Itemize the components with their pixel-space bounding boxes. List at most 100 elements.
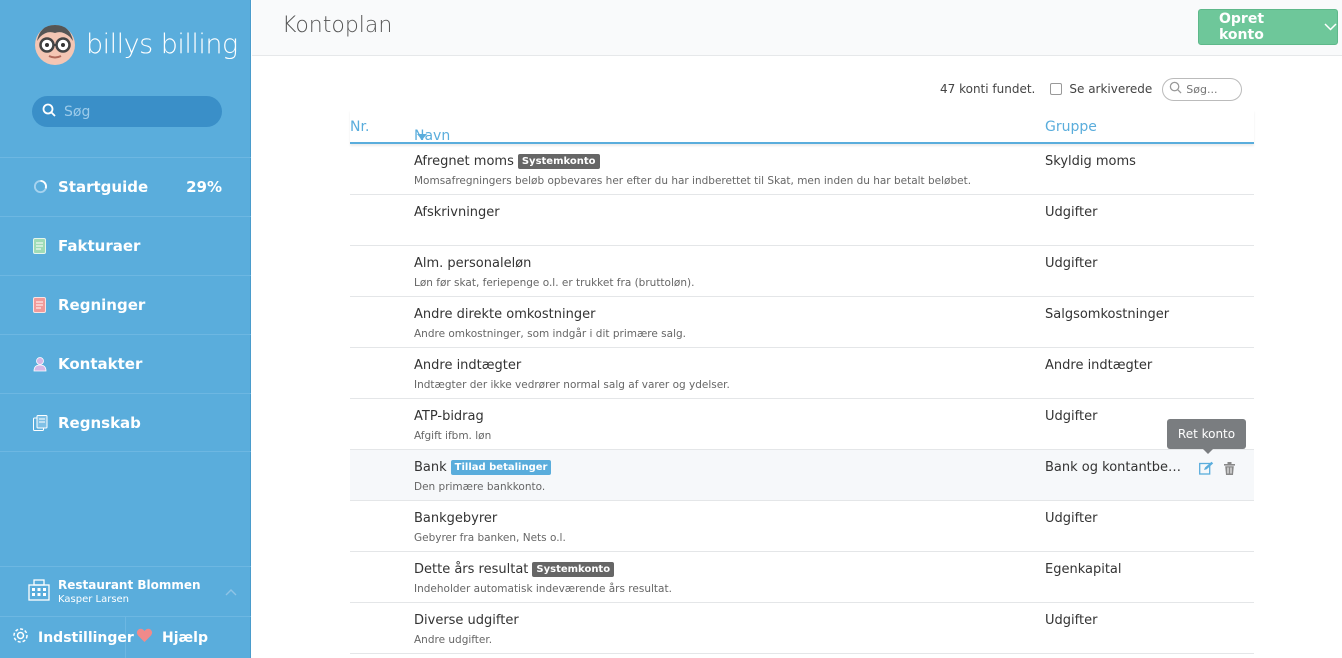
- account-name-text: Alm. personaleløn: [414, 256, 532, 271]
- organization-switcher[interactable]: Restaurant Blommen Kasper Larsen: [0, 566, 251, 616]
- account-group: Udgifter: [1045, 511, 1098, 526]
- table-row[interactable]: Alm. personaleløn Løn før skat, feriepeng…: [350, 246, 1254, 297]
- sidebar-search-input[interactable]: [64, 103, 214, 120]
- account-description: Andre udgifter.: [414, 634, 493, 646]
- account-name-text: Dette års resultat: [414, 562, 529, 577]
- search-icon: [42, 102, 56, 121]
- sidebar-item-kontakter[interactable]: Kontakter: [0, 334, 251, 393]
- sidebar-item-label: Startguide: [58, 178, 149, 196]
- logo[interactable]: billys billing: [32, 20, 238, 68]
- page-header: Kontoplan Opret konto: [252, 0, 1342, 56]
- sidebar: billys billing Startguide 29% Fakturaer …: [0, 0, 251, 658]
- table-row[interactable]: Bankgebyrer Gebyrer fra banken, Nets o.l.…: [350, 501, 1254, 552]
- account-name-text: Andre direkte omkostninger: [414, 307, 596, 322]
- column-header-group[interactable]: Gruppe: [1045, 119, 1097, 135]
- chevron-up-icon: [225, 585, 237, 599]
- account-description: Gebyrer fra banken, Nets o.l.: [414, 532, 566, 544]
- table-row[interactable]: Dette års resultat Systemkonto Indeholder …: [350, 552, 1254, 603]
- account-group: Udgifter: [1045, 256, 1098, 271]
- sidebar-search[interactable]: [32, 96, 222, 127]
- progress-circle-icon: [33, 179, 48, 195]
- heart-icon: [136, 628, 153, 647]
- table-header: Nr. Navn Gruppe: [350, 110, 1254, 144]
- bill-icon: [33, 297, 47, 313]
- account-name[interactable]: Dette års resultat Systemkonto: [414, 562, 615, 577]
- create-account-button[interactable]: Opret konto: [1198, 9, 1338, 45]
- table-row[interactable]: Afskrivninger Udgifter: [350, 195, 1254, 246]
- account-name-text: Afskrivninger: [414, 205, 500, 220]
- account-name[interactable]: Andre indtægter: [414, 358, 521, 373]
- table-body: Afregnet moms Systemkonto Momsafregningers…: [350, 144, 1254, 654]
- account-description: Afgift ifbm. løn: [414, 430, 492, 442]
- settings-button[interactable]: Indstillinger: [0, 617, 134, 658]
- account-name[interactable]: Diverse udgifter: [414, 613, 519, 628]
- help-label: Hjælp: [162, 629, 209, 646]
- brand-name: billys billing: [86, 28, 238, 60]
- account-group: Bank og kontantbeholdning: [1045, 460, 1185, 475]
- sidebar-item-label: Fakturaer: [58, 237, 141, 255]
- sidebar-item-label: Regninger: [58, 296, 146, 314]
- accounts-table: Nr. Navn Gruppe Afregnet moms Systemkonto…: [350, 110, 1254, 654]
- invoice-icon: [33, 238, 47, 254]
- account-name[interactable]: Afregnet moms Systemkonto: [414, 154, 600, 169]
- table-row[interactable]: Bank Tillad betalinger Den primære bankkon…: [350, 450, 1254, 501]
- sidebar-item-startguide[interactable]: Startguide 29%: [0, 157, 251, 216]
- sidebar-item-regninger[interactable]: Regninger: [0, 275, 251, 334]
- sidebar-item-fakturaer[interactable]: Fakturaer: [0, 216, 251, 275]
- account-name[interactable]: Bankgebyrer: [414, 511, 497, 526]
- page-title: Kontoplan: [282, 13, 393, 38]
- account-name[interactable]: ATP-bidrag: [414, 409, 484, 424]
- account-name[interactable]: Bank Tillad betalinger: [414, 460, 552, 475]
- account-name-text: Andre indtægter: [414, 358, 522, 373]
- account-name[interactable]: Alm. personaleløn: [414, 256, 531, 271]
- sidebar-bottom-bar: Indstillinger Hjælp: [0, 616, 251, 658]
- accounting-icon: [33, 414, 48, 431]
- edit-account-tooltip: Ret konto: [1167, 419, 1246, 454]
- table-row[interactable]: Afregnet moms Systemkonto Momsafregningers…: [350, 144, 1254, 195]
- archived-checkbox[interactable]: [1050, 83, 1063, 95]
- account-description: Indeholder automatisk indeværende års re…: [414, 583, 672, 595]
- account-badge: Tillad betalinger: [450, 460, 552, 475]
- account-name[interactable]: Andre direkte omkostninger: [414, 307, 595, 322]
- create-account-label: Opret konto: [1219, 11, 1265, 43]
- account-description: Den primære bankkonto.: [414, 481, 546, 493]
- list-toolbar: 47 konti fundet. Se arkiverede: [940, 77, 1243, 101]
- account-name[interactable]: Afskrivninger: [414, 205, 500, 220]
- list-search[interactable]: [1162, 77, 1243, 101]
- account-group: Andre indtægter: [1045, 358, 1153, 373]
- account-description: Momsafregningers beløb opbevares her eft…: [414, 175, 972, 187]
- account-group: Udgifter: [1045, 409, 1098, 424]
- column-header-nr[interactable]: Nr.: [350, 119, 369, 135]
- account-name-text: ATP-bidrag: [414, 409, 484, 424]
- startguide-progress: 29%: [186, 178, 222, 196]
- account-name-text: Afregnet moms: [414, 154, 514, 169]
- organization-user: Kasper Larsen: [58, 594, 130, 605]
- account-description: Andre omkostninger, som indgår i dit pri…: [414, 328, 686, 340]
- settings-label: Indstillinger: [38, 629, 134, 646]
- table-row[interactable]: Andre direkte omkostninger Andre omkostni…: [350, 297, 1254, 348]
- sort-down-icon: [417, 128, 427, 144]
- edit-icon[interactable]: [1199, 460, 1214, 479]
- help-button[interactable]: Hjælp: [126, 617, 251, 658]
- account-group: Skyldig moms: [1045, 154, 1136, 169]
- account-name-text: Diverse udgifter: [414, 613, 519, 628]
- building-icon: [28, 578, 50, 605]
- sidebar-item-label: Regnskab: [58, 413, 141, 432]
- sidebar-item-label: Kontakter: [58, 355, 143, 373]
- table-row[interactable]: Diverse udgifter Andre udgifter. Udgifter: [350, 603, 1254, 654]
- account-badge: Systemkonto: [517, 154, 600, 169]
- chevron-down-icon: [1324, 20, 1337, 34]
- table-row[interactable]: Andre indtægter Indtægter der ikke vedrør…: [350, 348, 1254, 399]
- table-row[interactable]: ATP-bidrag Afgift ifbm. løn Udgifter: [350, 399, 1254, 450]
- account-description: Løn før skat, feriepenge o.l. er trukket…: [414, 277, 695, 289]
- gear-icon: [12, 627, 29, 648]
- list-search-input[interactable]: [1186, 82, 1239, 96]
- account-description: Indtægter der ikke vedrører normal salg …: [414, 379, 730, 391]
- sidebar-item-regnskab[interactable]: Regnskab: [0, 393, 251, 452]
- sidebar-nav: Startguide 29% Fakturaer Regninger Konta…: [0, 157, 251, 452]
- archived-label[interactable]: Se arkiverede: [1069, 82, 1152, 96]
- billy-face-icon: [32, 21, 78, 67]
- trash-icon[interactable]: [1224, 460, 1235, 479]
- contact-person-icon: [33, 356, 47, 372]
- search-icon: [1169, 81, 1182, 97]
